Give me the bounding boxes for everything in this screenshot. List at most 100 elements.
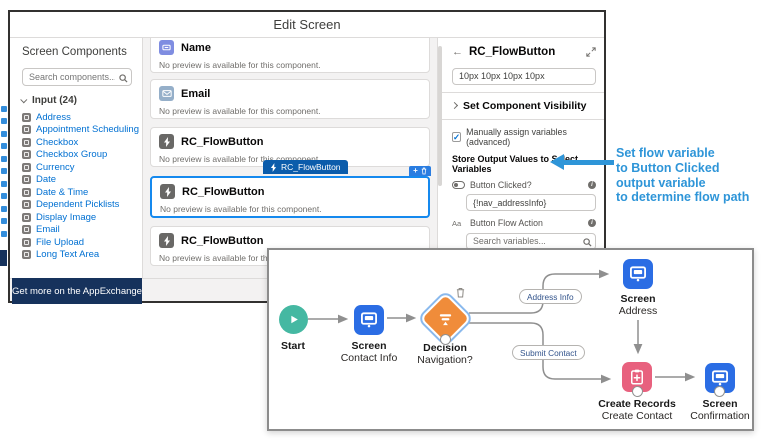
sidebar-item-date[interactable]: Date — [22, 174, 132, 187]
selected-card-actions: + — [409, 166, 431, 176]
search-components-input[interactable] — [22, 68, 132, 86]
appointment-scheduling-icon — [22, 125, 31, 135]
dependent-picklists-icon — [22, 200, 31, 210]
address-icon — [22, 112, 31, 122]
sidebar-title: Screen Components — [22, 46, 127, 58]
annotation-line: to Button Clicked — [616, 160, 720, 175]
toggle-type-icon — [452, 180, 465, 189]
email-icon — [22, 225, 31, 235]
start-label: Start — [281, 340, 305, 352]
properties-title: RC_FlowButton — [469, 46, 556, 58]
annotation-text: Set flow variable to Button Clicked outp… — [616, 146, 749, 205]
sidebar-item-date-time[interactable]: Date & Time — [22, 186, 132, 199]
padding-input[interactable] — [452, 67, 596, 85]
text-type-icon: Aa — [452, 218, 462, 228]
decision-icon — [439, 314, 452, 326]
sidebar-item-checkbox-group[interactable]: Checkbox Group — [22, 149, 132, 162]
annotation-line: output variable — [616, 175, 706, 190]
file-upload-icon — [22, 237, 31, 247]
sliver-fragment — [0, 250, 7, 266]
card-title: Name — [181, 41, 211, 54]
sidebar-item-appointment-scheduling[interactable]: Appointment Scheduling — [22, 124, 139, 137]
component-card-email[interactable]: Email No preview is available for this c… — [150, 79, 430, 119]
button-clicked-input[interactable] — [466, 194, 596, 211]
card-title: RC_FlowButton — [182, 185, 265, 198]
currency-icon — [22, 162, 31, 172]
manual-assign-checkbox[interactable]: ✓ — [452, 131, 462, 142]
search-icon — [119, 70, 128, 88]
date-time-icon — [22, 187, 31, 197]
dialog-titlebar: Edit Screen — [10, 12, 604, 38]
button-flow-action-input[interactable] — [466, 232, 596, 250]
info-icon[interactable]: i — [588, 180, 596, 189]
play-icon — [291, 315, 298, 324]
decision-connector-dot[interactable] — [440, 334, 451, 345]
sidebar-item-dependent-picklists[interactable]: Dependent Picklists — [22, 199, 132, 212]
sidebar-item-email[interactable]: Email — [22, 224, 132, 237]
display-image-icon — [22, 212, 31, 222]
sliver-fragment — [1, 181, 7, 187]
screen-icon — [712, 370, 728, 386]
decision-label: Decision Navigation? — [417, 342, 473, 367]
annotation-arrow-line — [563, 160, 614, 165]
flow-diagram-panel: Start Screen Contact Info Decision Navig… — [267, 248, 754, 431]
screen-icon — [630, 266, 646, 282]
delete-icon[interactable] — [421, 167, 427, 175]
back-arrow-icon[interactable]: ← — [452, 46, 463, 58]
move-icon[interactable]: + — [413, 167, 418, 175]
card-title: Email — [181, 87, 211, 100]
no-preview-text: No preview is available for this compone… — [160, 204, 322, 214]
screen-icon — [361, 312, 377, 328]
no-preview-text: No preview is available for this compone… — [159, 106, 321, 116]
expand-icon[interactable] — [586, 47, 596, 57]
connector-label-address-info[interactable]: Address Info — [519, 289, 582, 304]
no-preview-text: No preview is available for this compone… — [159, 60, 321, 70]
appexchange-button[interactable]: Get more on the AppExchange — [12, 278, 142, 304]
info-icon[interactable]: i — [588, 219, 596, 227]
chevron-right-icon — [450, 101, 459, 110]
visibility-section-label: Set Component Visibility — [463, 99, 587, 112]
sliver-fragment — [1, 218, 7, 224]
annotation-arrow-icon — [550, 154, 564, 170]
screen-preview-canvas: Name No preview is available for this co… — [143, 38, 437, 278]
sliver-fragment — [1, 231, 7, 237]
properties-scrollbar[interactable] — [438, 46, 442, 186]
create-records-icon — [631, 369, 643, 385]
checkbox-group-icon — [22, 150, 31, 160]
field-label-button-clicked: Button Clicked? — [470, 179, 532, 190]
component-card-name[interactable]: Name No preview is available for this co… — [150, 38, 430, 73]
flow-button-icon — [159, 233, 174, 248]
connector-label-submit-contact[interactable]: Submit Contact — [512, 345, 585, 360]
sidebar-item-address[interactable]: Address — [22, 111, 132, 124]
sliver-fragment — [1, 106, 7, 112]
checkbox-icon — [22, 137, 31, 147]
sidebar-section-input[interactable]: Input (24) — [20, 95, 132, 106]
card-title: RC_FlowButton — [181, 234, 264, 247]
sidebar-item-display-image[interactable]: Display Image — [22, 211, 132, 224]
screen-contact-label: Screen Contact Info — [340, 340, 398, 365]
flow-node-start[interactable] — [279, 305, 308, 334]
component-card-flowbutton-selected[interactable]: RC_FlowButton No preview is available fo… — [150, 176, 430, 218]
annotation-line: to determine flow path — [616, 190, 750, 205]
delete-node-icon[interactable] — [456, 287, 465, 298]
flow-button-icon — [270, 162, 277, 172]
create-records-connector-dot[interactable] — [632, 386, 643, 397]
date-icon — [22, 175, 31, 185]
sliver-fragment — [1, 206, 7, 212]
name-component-icon — [159, 40, 174, 55]
field-label-button-flow-action: Button Flow Action — [470, 218, 543, 228]
flow-button-icon — [159, 134, 174, 149]
sidebar-item-long-text-area[interactable]: Long Text Area — [22, 249, 132, 262]
flow-node-screen-contact-info[interactable] — [354, 305, 384, 335]
visibility-section-toggle[interactable]: Set Component Visibility — [450, 99, 596, 112]
flow-node-screen-address[interactable] — [623, 259, 653, 289]
sidebar-item-currency[interactable]: Currency — [22, 161, 132, 174]
properties-panel: ← RC_FlowButton Set Component Visibility… — [437, 38, 604, 278]
sidebar-item-file-upload[interactable]: File Upload — [22, 236, 132, 249]
sliver-fragment — [1, 193, 7, 199]
chevron-down-icon — [20, 96, 28, 104]
sidebar-item-checkbox[interactable]: Checkbox — [22, 136, 132, 149]
email-component-icon — [159, 86, 174, 101]
screen-confirmation-connector-dot[interactable] — [714, 386, 725, 397]
annotation-line: Set flow variable — [616, 146, 715, 160]
